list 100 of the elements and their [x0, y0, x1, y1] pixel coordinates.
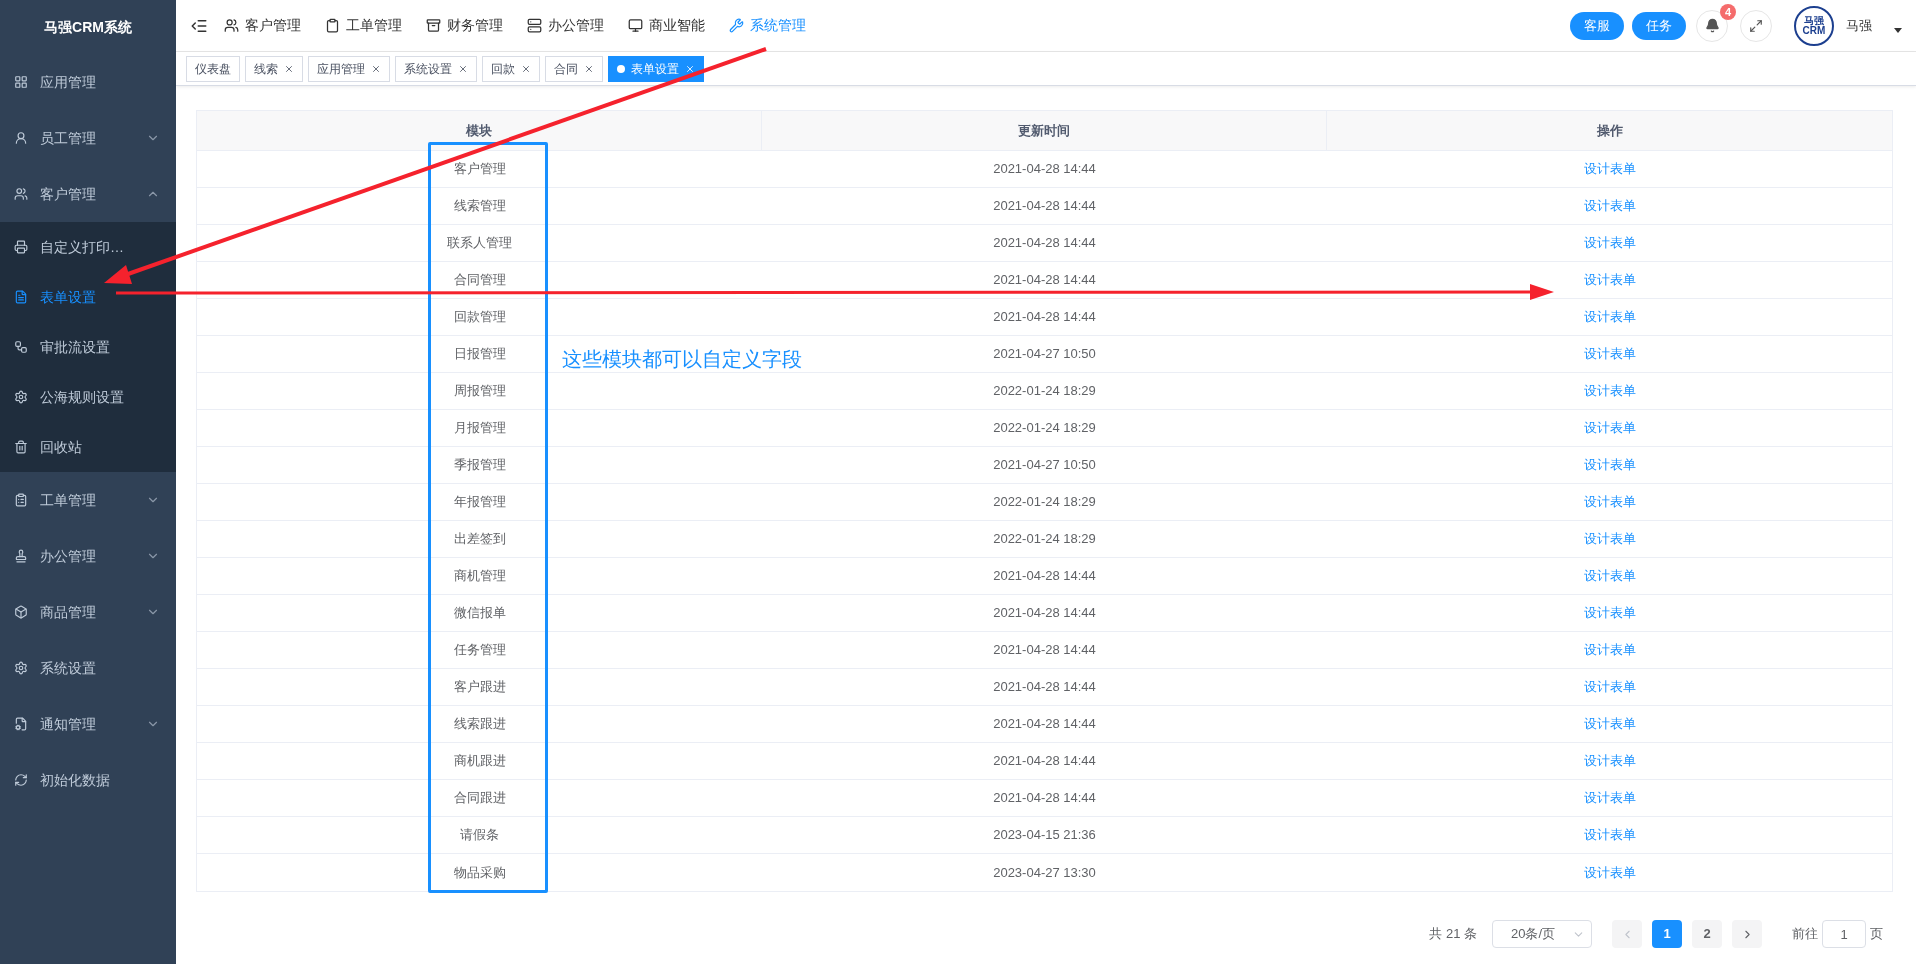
table-cell-text: 客户跟进	[453, 678, 506, 697]
nav-link[interactable]: 客户管理	[224, 15, 301, 36]
design-form-link[interactable]: 设计表单	[1583, 751, 1636, 771]
design-form-link[interactable]: 设计表单	[1583, 159, 1636, 179]
sidebar-item[interactable]: 应用管理	[0, 54, 176, 110]
document-icon	[14, 717, 28, 731]
design-form-link[interactable]: 设计表单	[1583, 455, 1636, 475]
design-form-link[interactable]: 设计表单	[1583, 677, 1636, 697]
users-icon	[224, 18, 239, 33]
page-tab[interactable]: 线索	[245, 55, 303, 82]
table-cell-text: 2022-01-24 18:29	[993, 419, 1096, 438]
total-count: 共 21 条	[1429, 925, 1477, 944]
table-cell-text: 年报管理	[453, 493, 506, 512]
submenu-item[interactable]: 回收站	[0, 422, 176, 472]
table-cell-text: 2021-04-28 14:44	[993, 604, 1096, 623]
page-tab[interactable]: 应用管理	[308, 55, 390, 82]
refresh-icon	[14, 773, 28, 787]
submenu-item[interactable]: 表单设置	[0, 272, 176, 322]
table-cell-text: 2021-04-27 10:50	[993, 456, 1096, 475]
app-title: 马强CRM系统	[44, 17, 132, 37]
table-cell-text: 季报管理	[453, 456, 506, 475]
page-size-select[interactable]: 20条/页	[1492, 920, 1592, 948]
page-tab[interactable]: 合同	[545, 55, 603, 82]
close-icon[interactable]	[521, 63, 531, 74]
table-cell-text: 客户管理	[453, 160, 506, 179]
design-form-link[interactable]: 设计表单	[1583, 825, 1636, 845]
page-input[interactable]: 1	[1822, 920, 1866, 948]
close-icon[interactable]	[584, 63, 594, 74]
caret-icon[interactable]	[1894, 28, 1902, 33]
table-cell-text: 2021-04-28 14:44	[993, 752, 1096, 771]
design-form-link[interactable]: 设计表单	[1583, 603, 1636, 623]
close-icon[interactable]	[371, 63, 381, 74]
table-cell-text: 2021-04-28 14:44	[993, 678, 1096, 697]
sidebar-item[interactable]: 通知管理	[0, 696, 176, 752]
page-suffix: 页	[1870, 925, 1883, 944]
sidebar-item[interactable]: 办公管理	[0, 528, 176, 584]
table-cell-text: 微信报单	[453, 604, 506, 623]
flow-icon	[14, 340, 28, 354]
table-cell-text: 2021-04-28 14:44	[993, 641, 1096, 660]
nav-link[interactable]: 商业智能	[628, 15, 705, 36]
table-cell-text: 2022-01-24 18:29	[993, 530, 1096, 549]
design-form-link[interactable]: 设计表单	[1583, 344, 1636, 364]
nav-link[interactable]: 系统管理	[729, 15, 806, 36]
close-icon[interactable]	[458, 63, 468, 74]
design-form-link[interactable]: 设计表单	[1583, 529, 1636, 549]
clipboard-icon	[325, 18, 340, 33]
page-button[interactable]: 2	[1692, 920, 1722, 948]
table-cell-text: 线索跟进	[453, 715, 506, 734]
table-cell-text: 2022-01-24 18:29	[993, 382, 1096, 401]
design-form-link[interactable]: 设计表单	[1583, 418, 1636, 438]
nav-link[interactable]: 办公管理	[527, 15, 604, 36]
page-tab[interactable]: 回款	[482, 55, 540, 82]
sidebar-item[interactable]: 商品管理	[0, 584, 176, 640]
design-form-link[interactable]: 设计表单	[1583, 566, 1636, 586]
table-cell-text: 月报管理	[453, 419, 506, 438]
submenu-item[interactable]: 审批流设置	[0, 322, 176, 372]
grid-icon	[14, 75, 28, 89]
close-icon[interactable]	[284, 63, 294, 74]
gear-icon	[14, 390, 28, 404]
page-tab[interactable]: 系统设置	[395, 55, 477, 82]
design-form-link[interactable]: 设计表单	[1583, 714, 1636, 734]
table-cell-text: 2023-04-27 13:30	[993, 863, 1096, 882]
sidebar-item[interactable]: 工单管理	[0, 472, 176, 528]
box-icon	[426, 18, 441, 33]
gear-icon	[14, 661, 28, 675]
sidebar-item[interactable]: 系统设置	[0, 640, 176, 696]
sidebar-item[interactable]: 员工管理	[0, 110, 176, 166]
server-icon	[527, 18, 542, 33]
sidebar-item[interactable]: 初始化数据	[0, 752, 176, 808]
nav-link[interactable]: 工单管理	[325, 15, 402, 36]
table-cell-text: 合同跟进	[453, 789, 506, 808]
design-form-link[interactable]: 设计表单	[1583, 307, 1636, 327]
table-cell-text: 2021-04-28 14:44	[993, 715, 1096, 734]
bell-icon	[1704, 18, 1720, 33]
column-header: 模块	[466, 121, 492, 140]
close-icon[interactable]	[685, 63, 695, 74]
user-name[interactable]: 马强	[1846, 15, 1872, 36]
design-form-link[interactable]: 设计表单	[1583, 196, 1636, 216]
nav-link[interactable]: 财务管理	[426, 15, 503, 36]
page-tab[interactable]: 仪表盘	[186, 55, 240, 82]
submenu-item[interactable]: 公海规则设置	[0, 372, 176, 422]
design-form-link[interactable]: 设计表单	[1583, 270, 1636, 290]
submenu-item[interactable]: 自定义打印…	[0, 222, 176, 272]
printer-icon	[14, 240, 28, 254]
design-form-link[interactable]: 设计表单	[1583, 233, 1636, 253]
table-cell-text: 商机跟进	[453, 752, 506, 771]
table-cell-text: 2021-04-28 14:44	[993, 160, 1096, 179]
design-form-link[interactable]: 设计表单	[1583, 640, 1636, 660]
design-form-link[interactable]: 设计表单	[1583, 862, 1636, 883]
avatar-logo[interactable]: 马强 CRM	[1794, 5, 1834, 46]
table-cell-text: 请假条	[460, 826, 499, 845]
design-form-link[interactable]: 设计表单	[1583, 492, 1636, 512]
notification-badge: 4	[1719, 3, 1736, 20]
stamp-icon	[14, 549, 28, 563]
design-form-link[interactable]: 设计表单	[1583, 381, 1636, 401]
table-cell-text: 2023-04-15 21:36	[993, 826, 1096, 845]
table-cell-text: 合同管理	[453, 271, 506, 290]
design-form-link[interactable]: 设计表单	[1583, 788, 1636, 808]
table-cell-text: 回款管理	[453, 308, 506, 327]
sidebar-item[interactable]: 客户管理	[0, 166, 176, 222]
